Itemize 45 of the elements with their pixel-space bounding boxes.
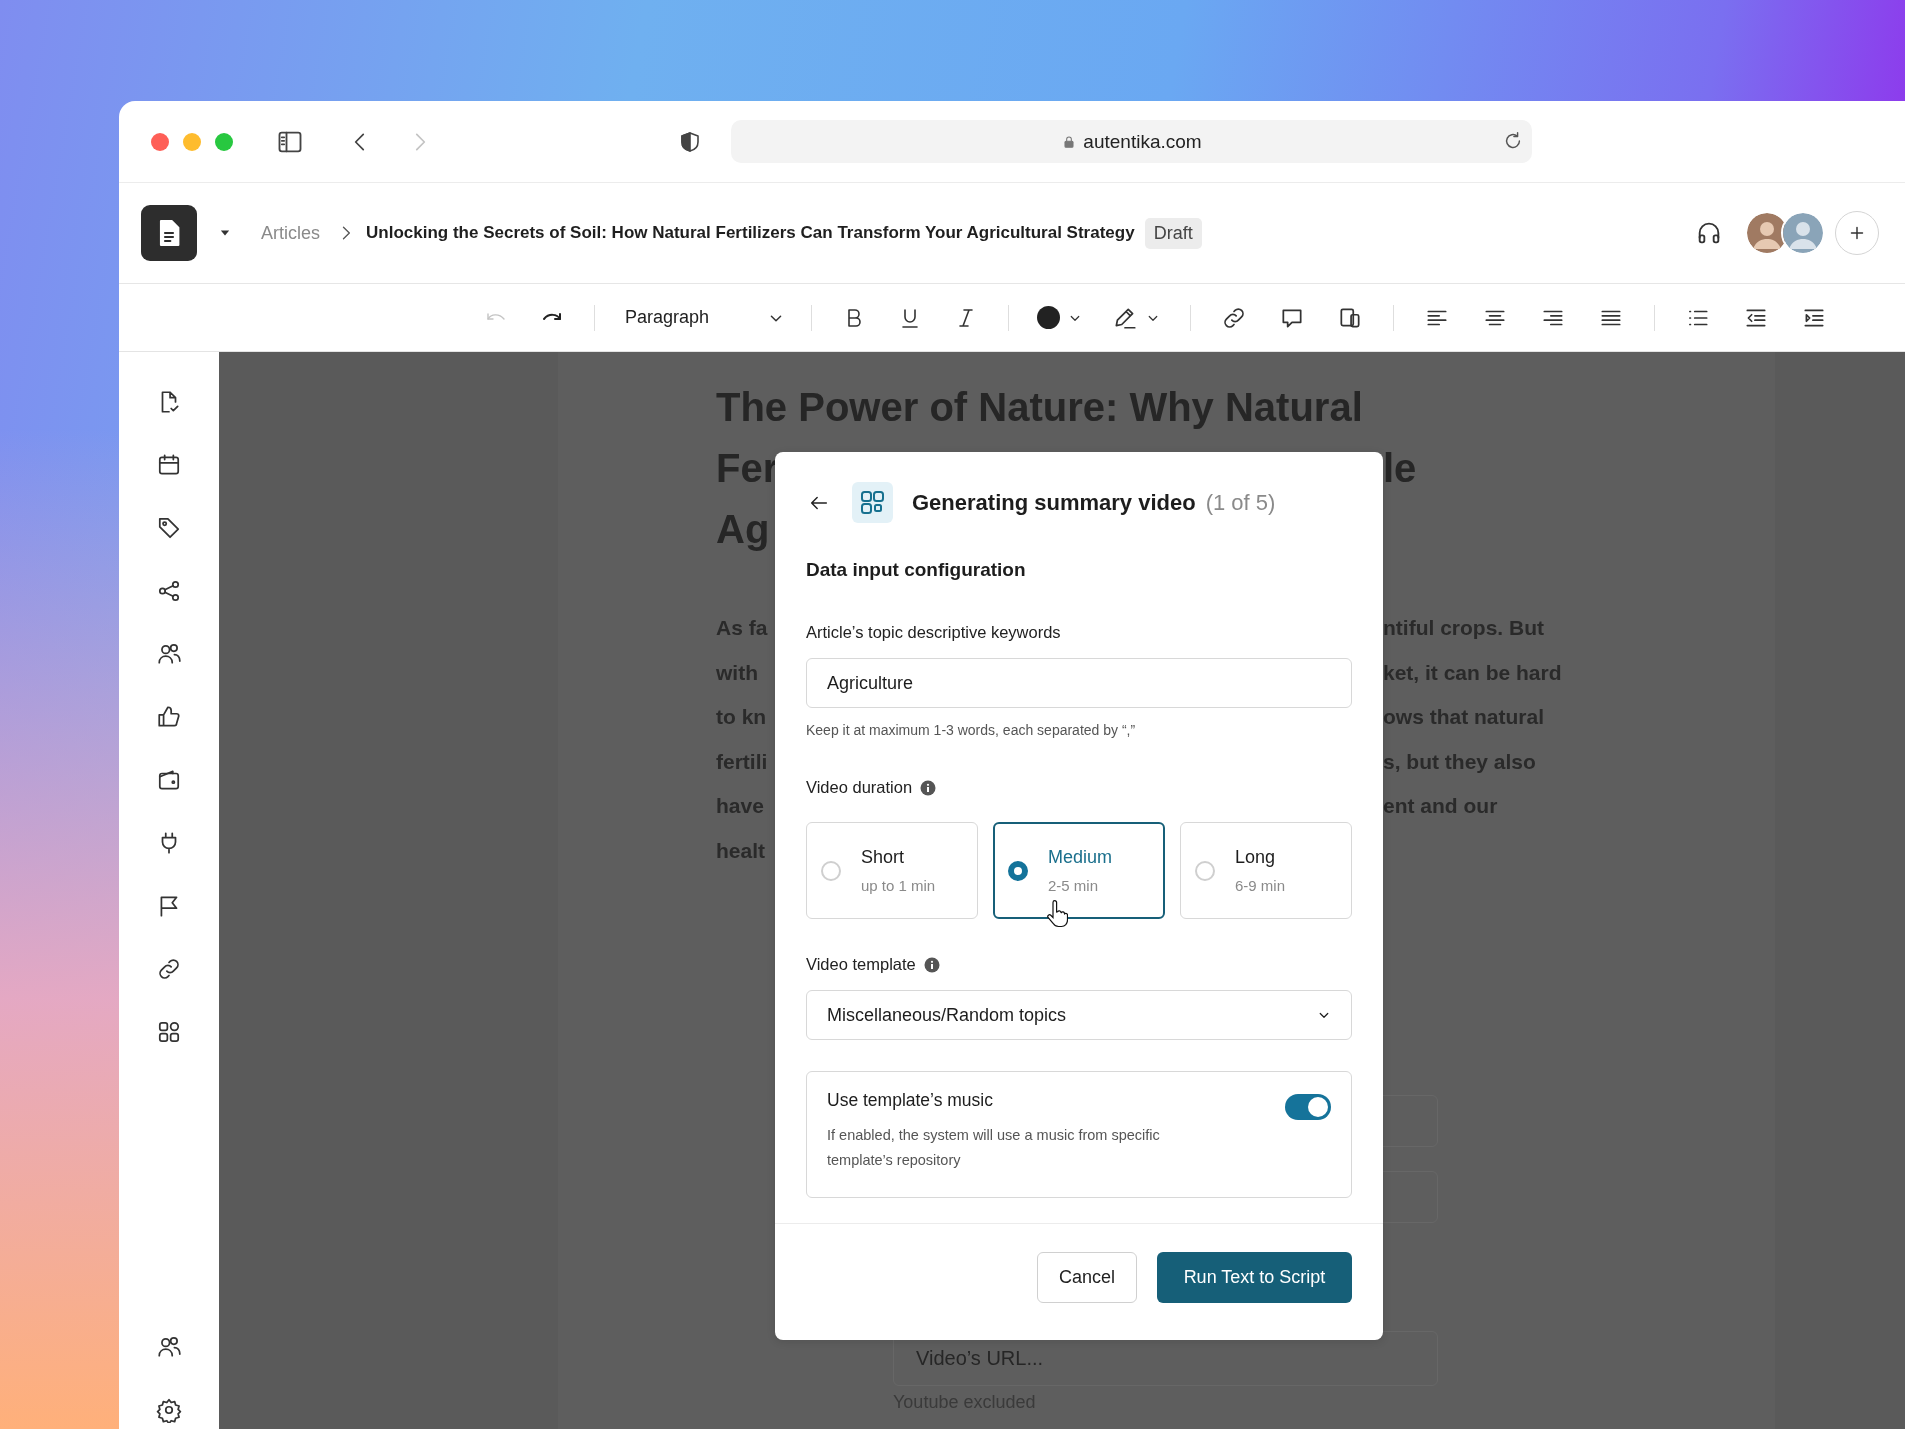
toggle-switch[interactable] [1285,1094,1331,1120]
step-counter: (1 of 5) [1205,489,1276,516]
option-description: If enabled, the system will use a music from specific template’s repository [827,1126,1161,1170]
hand-cursor-icon [1046,900,1068,928]
thumbs-up-icon[interactable] [156,704,182,730]
breadcrumb-link[interactable]: Articles [261,222,320,244]
block-style-dropdown[interactable]: Paragraph [625,307,765,328]
field-label: Video template [806,955,916,974]
duration-option[interactable]: Short up to 1 min [806,822,978,919]
heading-fragment: le [1383,445,1418,492]
info-icon[interactable] [920,779,937,796]
status-badge: Draft [1144,217,1202,249]
heading-fragment: Ag [716,506,771,553]
link-icon[interactable] [156,956,182,982]
duration-option[interactable]: Long 6-9 min [1180,822,1352,919]
field-label: Video duration [806,778,913,797]
add-collaborator-button[interactable] [1835,211,1879,255]
article-heading: The Power of Nature: Why Natural [716,384,1364,431]
url-text: autentika.com [1083,130,1202,153]
cancel-button[interactable]: Cancel [1037,1252,1137,1303]
field-hint: Keep it at maximum 1-3 words, each separated by “,” [806,722,1137,738]
article-title: Unlocking the Secrets of Soil: How Natural Fertilizers Can Transform Your Agricultural Strategy [366,223,1135,243]
text-color-swatch[interactable] [1037,306,1060,329]
widgets-icon [852,482,893,523]
tag-icon[interactable] [156,515,182,541]
option-title: Use template’s music [827,1090,993,1111]
widgets-icon[interactable] [156,1019,182,1045]
close-window-button[interactable] [151,132,169,151]
info-icon[interactable] [923,956,940,973]
field-label: Article’s topic descriptive keywords [806,623,1061,642]
template-select[interactable]: Miscellaneous/Random topics [806,990,1352,1040]
calendar-icon[interactable] [156,452,182,478]
heading-fragment: Fer [716,445,775,492]
settings-icon[interactable] [156,1397,182,1423]
avatar[interactable] [1781,211,1825,255]
app-logo[interactable] [141,205,197,261]
duration-option[interactable]: Medium 2-5 min [993,822,1165,919]
address-bar[interactable]: autentika.com [731,120,1532,163]
section-heading: Data input configuration [806,559,1027,581]
dialog-title: Generating summary video [912,489,1196,516]
keywords-field[interactable]: Agriculture [806,658,1352,708]
radio-button[interactable] [1008,860,1028,881]
run-button[interactable]: Run Text to Script [1157,1252,1352,1303]
share-icon[interactable] [156,578,182,604]
shield-icon[interactable] [678,129,702,154]
